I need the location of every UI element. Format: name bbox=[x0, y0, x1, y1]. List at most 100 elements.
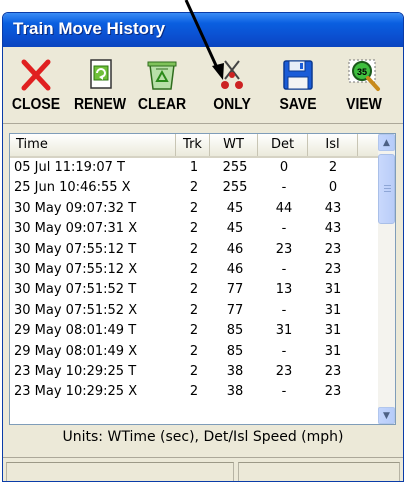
close-button-label: CLOSE bbox=[11, 93, 61, 113]
renew-button[interactable]: RENEW bbox=[73, 55, 127, 117]
cell-det: - bbox=[281, 343, 287, 359]
cell-time: 30 May 07:51:52 T bbox=[14, 282, 137, 298]
view-magnifier-icon: 35 bbox=[348, 59, 380, 91]
cell-trk: 1 bbox=[189, 160, 199, 175]
cell-time: 23 May 10:29:25 X bbox=[14, 384, 138, 400]
cell-det: 23 bbox=[275, 364, 293, 379]
history-list[interactable]: Time Trk WT Det Isl 05 Jul 11:19:07 T 1 25… bbox=[9, 133, 396, 425]
cell-trk: 2 bbox=[189, 221, 199, 237]
only-button[interactable]: ONLY bbox=[205, 55, 259, 117]
save-floppy-icon bbox=[283, 60, 313, 90]
clear-button-label: CLEAR bbox=[137, 93, 187, 113]
cell-trk: 2 bbox=[189, 323, 199, 339]
table-row[interactable]: 29 May 08:01:49 X 2 85 - 31 bbox=[10, 342, 378, 361]
cell-time: 05 Jul 11:19:07 T bbox=[14, 160, 125, 175]
clear-button[interactable]: CLEAR bbox=[135, 55, 189, 117]
table-row[interactable]: 23 May 10:29:25 X 2 38 - 23 bbox=[10, 382, 378, 401]
only-button-label: ONLY bbox=[213, 93, 251, 113]
cell-det: - bbox=[281, 384, 287, 400]
cell-time: 30 May 09:07:32 T bbox=[14, 200, 137, 216]
table-row[interactable]: 30 May 09:07:31 X 2 45 - 43 bbox=[10, 219, 378, 238]
cell-trk: 2 bbox=[189, 364, 199, 379]
cell-isl: 2 bbox=[328, 160, 338, 175]
cell-det: 13 bbox=[275, 282, 293, 298]
list-header: Time Trk WT Det Isl bbox=[10, 134, 378, 158]
status-panel-right bbox=[238, 462, 400, 481]
cell-trk: 2 bbox=[189, 343, 199, 359]
cell-time: 25 Jun 10:46:55 X bbox=[14, 180, 131, 196]
renew-icon bbox=[90, 59, 112, 89]
grip-line bbox=[384, 191, 391, 192]
cell-isl: 31 bbox=[324, 302, 342, 318]
view-button[interactable]: 35 VIEW bbox=[337, 55, 391, 117]
table-row[interactable]: 05 Jul 11:19:07 T 1 255 0 2 bbox=[10, 158, 378, 177]
vertical-scrollbar[interactable]: ▲ ▼ bbox=[378, 134, 395, 424]
grip-line bbox=[384, 188, 391, 189]
column-header-time[interactable]: Time bbox=[10, 134, 176, 156]
close-icon bbox=[21, 59, 51, 91]
cell-det: - bbox=[281, 180, 287, 196]
cell-det: 0 bbox=[279, 160, 289, 175]
title-bar[interactable]: Train Move History bbox=[3, 13, 403, 47]
scroll-thumb[interactable] bbox=[378, 154, 395, 224]
cell-time: 30 May 07:55:12 X bbox=[14, 262, 138, 277]
cell-wt: 38 bbox=[226, 364, 244, 379]
cell-time: 30 May 09:07:31 X bbox=[14, 221, 138, 237]
table-row[interactable]: 30 May 07:51:52 T 2 77 13 31 bbox=[10, 280, 378, 299]
column-header-trk[interactable]: Trk bbox=[176, 134, 210, 156]
table-row[interactable]: 30 May 07:55:12 X 2 46 - 23 bbox=[10, 260, 378, 279]
cell-wt: 38 bbox=[226, 384, 244, 400]
cell-isl: 0 bbox=[328, 180, 338, 196]
cell-det: 23 bbox=[275, 241, 293, 257]
cell-det: - bbox=[281, 221, 287, 237]
column-header-det[interactable]: Det bbox=[258, 134, 308, 156]
table-row[interactable]: 30 May 07:51:52 X 2 77 - 31 bbox=[10, 301, 378, 320]
cell-isl: 23 bbox=[324, 384, 342, 400]
cell-wt: 46 bbox=[226, 262, 244, 277]
clear-recycle-icon bbox=[147, 61, 177, 90]
cell-isl: 43 bbox=[324, 200, 342, 216]
cell-wt: 45 bbox=[226, 221, 244, 237]
table-row[interactable]: 25 Jun 10:46:55 X 2 255 - 0 bbox=[10, 178, 378, 197]
cell-trk: 2 bbox=[189, 262, 199, 277]
cell-wt: 77 bbox=[226, 282, 244, 298]
column-header-isl[interactable]: Isl bbox=[308, 134, 358, 156]
cell-wt: 255 bbox=[222, 180, 248, 196]
table-row[interactable]: 30 May 07:55:12 T 2 46 23 23 bbox=[10, 240, 378, 259]
column-header-wt[interactable]: WT bbox=[210, 134, 258, 156]
cell-wt: 85 bbox=[226, 323, 244, 339]
cell-isl: 43 bbox=[324, 221, 342, 237]
grip-line bbox=[384, 185, 391, 186]
cell-wt: 45 bbox=[226, 200, 244, 216]
toolbar: CLOSE RENEW CLEAR ONLY SAVE 35 VIEW bbox=[3, 47, 403, 124]
chevron-down-icon: ▼ bbox=[383, 410, 390, 421]
close-button[interactable]: CLOSE bbox=[9, 55, 63, 117]
scroll-up-button[interactable]: ▲ bbox=[378, 134, 395, 151]
train-move-history-window: Train Move History CLOSE RENEW CLEAR ONL… bbox=[2, 12, 404, 482]
cell-trk: 2 bbox=[189, 200, 199, 216]
cell-isl: 31 bbox=[324, 282, 342, 298]
svg-text:35: 35 bbox=[357, 67, 367, 77]
cell-trk: 2 bbox=[189, 302, 199, 318]
save-button[interactable]: SAVE bbox=[271, 55, 325, 117]
cell-time: 29 May 08:01:49 T bbox=[14, 323, 137, 339]
table-row[interactable]: 29 May 08:01:49 T 2 85 31 31 bbox=[10, 321, 378, 340]
cell-wt: 255 bbox=[222, 160, 248, 175]
cell-wt: 46 bbox=[226, 241, 244, 257]
scroll-down-button[interactable]: ▼ bbox=[378, 407, 395, 424]
cell-det: - bbox=[281, 262, 287, 277]
cell-time: 23 May 10:29:25 T bbox=[14, 364, 137, 379]
cell-det: - bbox=[281, 302, 287, 318]
units-label: Units: WTime (sec), Det/Isl Speed (mph) bbox=[62, 429, 344, 445]
list-rows: 05 Jul 11:19:07 T 1 255 0 2 25 Jun 10:46:55 X… bbox=[10, 158, 378, 424]
cell-isl: 23 bbox=[324, 262, 342, 277]
cell-trk: 2 bbox=[189, 282, 199, 298]
table-row[interactable]: 23 May 10:29:25 T 2 38 23 23 bbox=[10, 362, 378, 381]
table-row[interactable]: 30 May 09:07:32 T 2 45 44 43 bbox=[10, 199, 378, 218]
save-button-label: SAVE bbox=[279, 93, 317, 113]
cell-trk: 2 bbox=[189, 241, 199, 257]
cell-isl: 23 bbox=[324, 241, 342, 257]
renew-button-label: RENEW bbox=[73, 93, 127, 113]
cell-trk: 2 bbox=[189, 384, 199, 400]
window-title: Train Move History bbox=[13, 19, 166, 38]
